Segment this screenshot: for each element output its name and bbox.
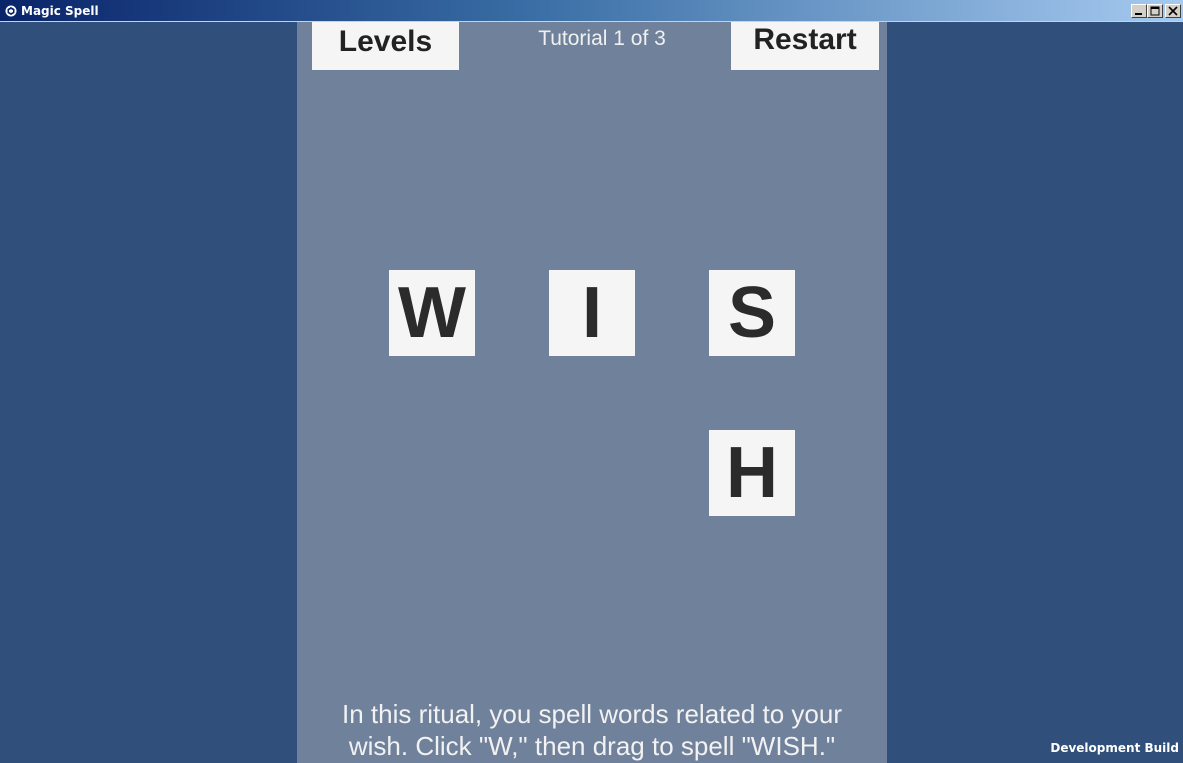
levels-button[interactable]: Levels [312, 22, 459, 70]
tutorial-progress-label: Tutorial 1 of 3 [538, 27, 666, 50]
game-board: Levels Tutorial 1 of 3 Restart W I S H I… [297, 22, 887, 763]
minimize-icon [1135, 13, 1142, 15]
letter-tile-i[interactable]: I [549, 270, 635, 356]
right-background-panel [887, 22, 1183, 763]
title-bar[interactable]: Magic Spell [0, 0, 1183, 22]
letter-tile-h[interactable]: H [709, 430, 795, 516]
close-icon [1168, 6, 1178, 16]
instructions-line-1: In this ritual, you spell words related … [341, 699, 843, 729]
window-title: Magic Spell [21, 4, 99, 18]
instructions-line-2: wish. Click "W," then drag to spell "WIS… [348, 731, 836, 761]
tutorial-instructions: In this ritual, you spell words related … [297, 698, 887, 762]
development-build-label: Development Build [1050, 741, 1179, 755]
maximize-icon [1150, 6, 1160, 16]
unity-logo-icon [5, 4, 17, 17]
letter-tile-s[interactable]: S [709, 270, 795, 356]
minimize-button[interactable] [1131, 4, 1147, 18]
maximize-button[interactable] [1147, 4, 1163, 18]
restart-button[interactable]: Restart [731, 22, 879, 70]
game-window: Magic Spell Levels Tutorial 1 of 3 Resta… [0, 0, 1183, 763]
letter-tile-w[interactable]: W [389, 270, 475, 356]
close-button[interactable] [1165, 4, 1181, 18]
left-background-panel [1, 22, 297, 763]
